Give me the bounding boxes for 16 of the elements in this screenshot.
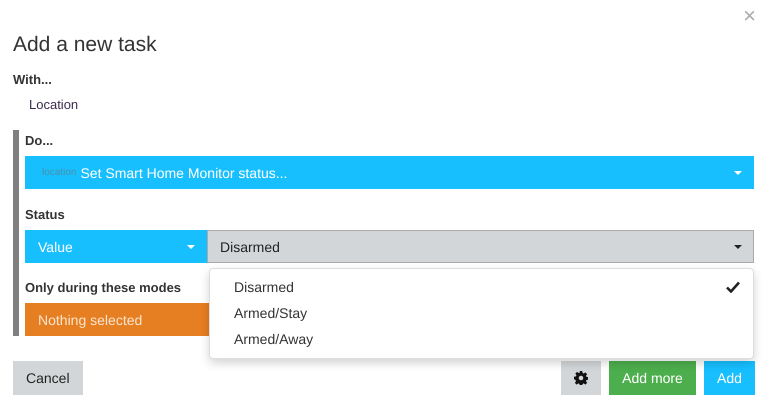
section-label: Only during these modes xyxy=(25,280,182,296)
dialog-title: Add a new task xyxy=(13,32,157,58)
menu-option[interactable]: Armed/Away xyxy=(210,326,753,352)
cancel-button[interactable]: Cancel xyxy=(13,361,83,395)
section-label: Status xyxy=(25,207,65,223)
caret-icon xyxy=(734,170,742,174)
menu-option[interactable]: Disarmed xyxy=(210,274,753,300)
menu-option[interactable]: Armed/Stay xyxy=(210,300,753,326)
device-name: Location xyxy=(29,97,78,113)
settings-button[interactable] xyxy=(561,361,601,395)
section-label: Do... xyxy=(25,133,54,149)
caret-icon xyxy=(734,244,742,248)
caret-icon xyxy=(187,244,195,248)
gear-icon xyxy=(574,371,588,385)
status-dropdown[interactable]: Disarmed xyxy=(207,230,754,263)
section-label: With... xyxy=(13,72,52,88)
